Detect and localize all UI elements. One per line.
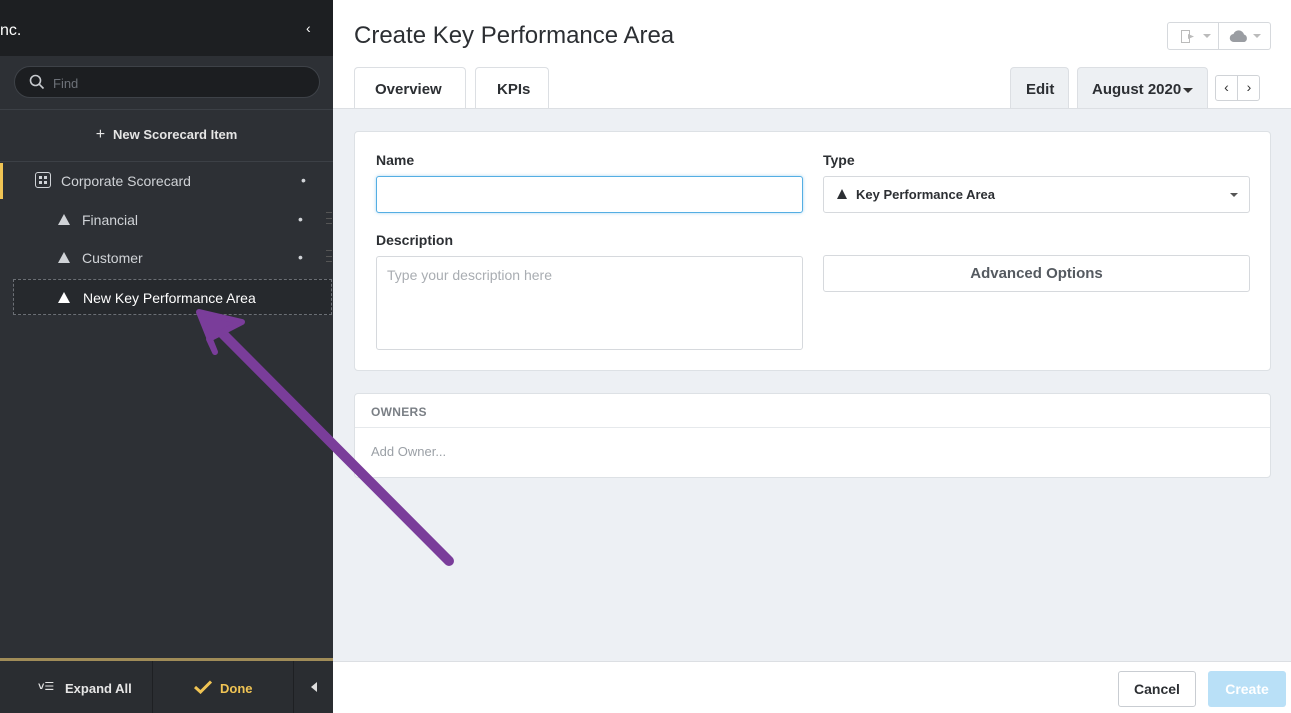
previous-period-button[interactable]: ‹ [1216,76,1238,100]
page-title: Create Key Performance Area [354,22,675,49]
scorecard-icon [35,172,51,188]
add-owner-link[interactable]: Add Owner... [371,444,446,459]
owners-heading: OWNERS [371,405,427,419]
status-dot: • [301,172,306,188]
tree-item-label: New Key Performance Area [83,290,256,306]
chevron-down-icon [1203,34,1211,38]
new-scorecard-item-button[interactable]: + New Scorecard Item [0,126,333,144]
type-select[interactable]: Key Performance Area [823,176,1250,213]
sidebar: nc. ‹ + New Scorecard Item Corporate Scor… [0,0,333,713]
status-dot: • [298,211,303,227]
export-icon [1181,30,1194,43]
triangle-icon [58,252,70,263]
name-label: Name [376,152,415,168]
checkmark-icon [194,680,212,694]
tree-item-new-key-performance-area[interactable]: New Key Performance Area [13,279,332,315]
main-panel: Create Key Performance Area Overview KPI… [333,0,1291,713]
find-search-box[interactable] [14,66,320,98]
advanced-options-button[interactable]: Advanced Options [823,255,1250,292]
cancel-button[interactable]: Cancel [1118,671,1196,707]
form-workspace: Name Type Key Performance Area Descripti… [333,108,1291,661]
next-period-button[interactable]: › [1238,76,1260,100]
collapse-sidebar-chevron-icon[interactable]: ‹ [306,20,311,36]
expand-all-label: Expand All [65,681,132,696]
tree-item-customer[interactable]: Customer • [0,240,333,276]
tab-kpis[interactable]: KPIs [475,67,549,108]
description-label: Description [376,232,454,248]
owners-panel: OWNERS Add Owner... [354,393,1271,478]
expand-all-button[interactable]: ˅☰ Expand All [0,661,153,713]
sidebar-footer: ˅☰ Expand All Done [0,661,333,713]
sidebar-header: nc. ‹ [0,0,333,56]
chevron-down-icon [1183,88,1193,93]
month-selector[interactable]: August 2020 [1077,67,1208,108]
status-dot: • [298,249,303,265]
done-button[interactable]: Done [154,661,294,713]
chevron-down-icon [1230,193,1238,197]
tree-item-label: Customer [82,250,143,266]
description-textarea[interactable] [376,256,803,350]
expand-all-icon: ˅☰ [38,681,55,693]
tree-item-label: Financial [82,212,139,228]
tree-item-financial[interactable]: Financial • [0,202,333,238]
drag-handle-icon[interactable] [326,212,332,224]
triangle-icon [837,189,847,199]
find-input[interactable] [53,73,303,93]
tab-label: KPIs [497,81,531,98]
divider [0,109,333,110]
search-icon [29,74,45,90]
export-button[interactable] [1168,23,1219,49]
period-nav: ‹ › [1215,75,1260,101]
done-label: Done [220,681,253,696]
name-input[interactable] [376,176,803,213]
tree-item-label: Corporate Scorecard [61,173,191,189]
tab-overview[interactable]: Overview [354,67,466,108]
type-label: Type [823,152,855,168]
tab-edit[interactable]: Edit [1010,67,1069,108]
type-select-value: Key Performance Area [856,187,995,202]
plus-icon: + [95,126,106,143]
cloud-icon [1229,30,1247,43]
form-footer: Cancel Create [333,661,1291,713]
create-button[interactable]: Create [1208,671,1286,707]
org-title: nc. [0,22,22,39]
tab-label: Edit [1026,81,1055,98]
details-card: Name Type Key Performance Area Descripti… [354,131,1271,371]
new-scorecard-item-label: New Scorecard Item [113,127,238,142]
triangle-icon [58,292,70,303]
drag-handle-icon[interactable] [326,250,332,262]
cloud-button[interactable] [1219,23,1270,49]
chevron-down-icon [1253,34,1261,38]
month-label: August 2020 [1092,81,1182,98]
header-action-group [1167,22,1271,50]
collapse-left-arrow-icon[interactable] [295,661,333,713]
tree-item-corporate-scorecard[interactable]: Corporate Scorecard • [0,163,333,199]
divider [0,161,333,162]
triangle-icon [58,214,70,225]
tab-label: Overview [375,81,442,98]
owners-header: OWNERS [355,394,1270,428]
